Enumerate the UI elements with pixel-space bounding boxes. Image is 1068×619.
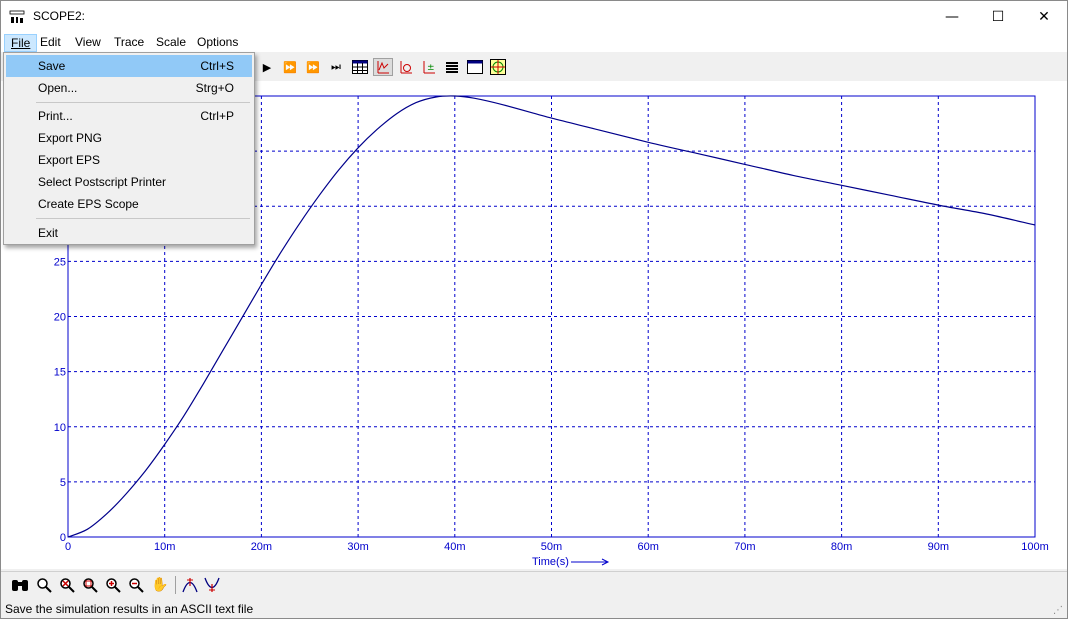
minimize-button[interactable]: — [929,1,975,32]
menu-item-export-png[interactable]: Export PNG [6,127,252,149]
menu-item-save[interactable]: Save Ctrl+S [6,55,252,77]
file-menu-dropdown: Save Ctrl+S Open... Strg+O Print... Ctrl… [3,52,255,245]
menu-item-create-eps-scope[interactable]: Create EPS Scope [6,193,252,215]
status-text: Save the simulation results in an ASCII … [5,602,254,616]
binoculars-icon[interactable] [9,575,31,595]
x-axis-arrow-icon [571,558,610,566]
maximize-button[interactable]: ☐ [975,1,1021,32]
x-tick-label: 70m [734,541,755,553]
menu-view[interactable]: View [69,34,107,52]
x-tick-label: 100m [1021,541,1049,553]
menu-scale[interactable]: Scale [150,34,192,52]
fast-forward-icon[interactable]: ⏩ [280,58,300,76]
bottom-toolbar: ✋ [1,571,1067,597]
marker-icon[interactable]: ± [419,58,439,76]
zoom-reset-icon[interactable] [56,575,78,595]
y-tick-label: 0 [60,532,66,544]
pan-hand-icon[interactable]: ✋ [149,575,171,595]
status-bar: Save the simulation results in an ASCII … [1,599,1067,618]
y-tick-label: 5 [60,477,66,489]
window-icon[interactable] [465,58,485,76]
table-icon[interactable] [350,58,370,76]
menu-item-exit[interactable]: Exit [6,222,252,244]
shortcut-print: Ctrl+P [200,109,234,123]
trace-icon[interactable] [373,58,393,76]
scope-window: SCOPE2: — ☐ ✕ File Edit View Trace Scale… [0,0,1068,619]
resize-grip-icon[interactable]: ⋰ [1053,605,1065,617]
x-tick-label: 90m [928,541,949,553]
zoom-icon[interactable] [33,575,55,595]
menu-separator [36,102,250,103]
skip-end-icon[interactable]: ⏭ [326,58,346,76]
menu-item-print[interactable]: Print... Ctrl+P [6,105,252,127]
zoom-in-icon[interactable] [102,575,124,595]
minimize-icon: — [945,8,959,25]
cursor-max-icon[interactable] [179,575,201,595]
x-tick-label: 60m [637,541,658,553]
svg-text:±: ± [427,63,435,73]
y-tick-label: 10 [54,422,66,434]
crosshair-icon[interactable] [488,58,508,76]
x-tick-label: 20m [251,541,272,553]
menu-separator [36,218,250,219]
toolbar-separator [175,576,176,594]
circle-trace-icon[interactable] [396,58,416,76]
y-tick-label: 20 [54,312,66,324]
shortcut-open: Strg+O [195,81,234,95]
title-bar[interactable]: SCOPE2: — ☐ ✕ [1,1,1067,32]
menu-edit[interactable]: Edit [34,34,67,52]
x-tick-label: 80m [831,541,852,553]
close-icon: ✕ [1038,8,1050,25]
menu-trace[interactable]: Trace [108,34,150,52]
faster-forward-icon[interactable]: ⏩ [303,58,323,76]
menu-item-select-postscript-printer[interactable]: Select Postscript Printer [6,171,252,193]
play-icon[interactable]: ▶ [257,58,277,76]
menu-file[interactable]: File [4,34,38,52]
cursor-min-icon[interactable] [201,575,223,595]
list-icon[interactable] [442,58,462,76]
x-tick-label: 10m [154,541,175,553]
menu-bar: File Edit View Trace Scale Options [1,32,1067,52]
x-tick-label: 50m [541,541,562,553]
x-tick-label: 40m [444,541,465,553]
menu-options[interactable]: Options [191,34,244,52]
zoom-out-icon[interactable] [125,575,147,595]
shortcut-save: Ctrl+S [200,59,234,73]
zoom-area-icon[interactable] [79,575,101,595]
window-title: SCOPE2: [33,9,86,23]
close-button[interactable]: ✕ [1021,1,1067,32]
y-tick-label: 25 [54,256,66,268]
y-tick-label: 15 [54,367,66,379]
menu-item-export-eps[interactable]: Export EPS [6,149,252,171]
x-tick-label: 30m [347,541,368,553]
maximize-icon: ☐ [991,8,1005,25]
menu-item-open[interactable]: Open... Strg+O [6,77,252,99]
scope-app-icon [9,9,25,25]
x-axis-label: Time(s) [532,556,569,568]
